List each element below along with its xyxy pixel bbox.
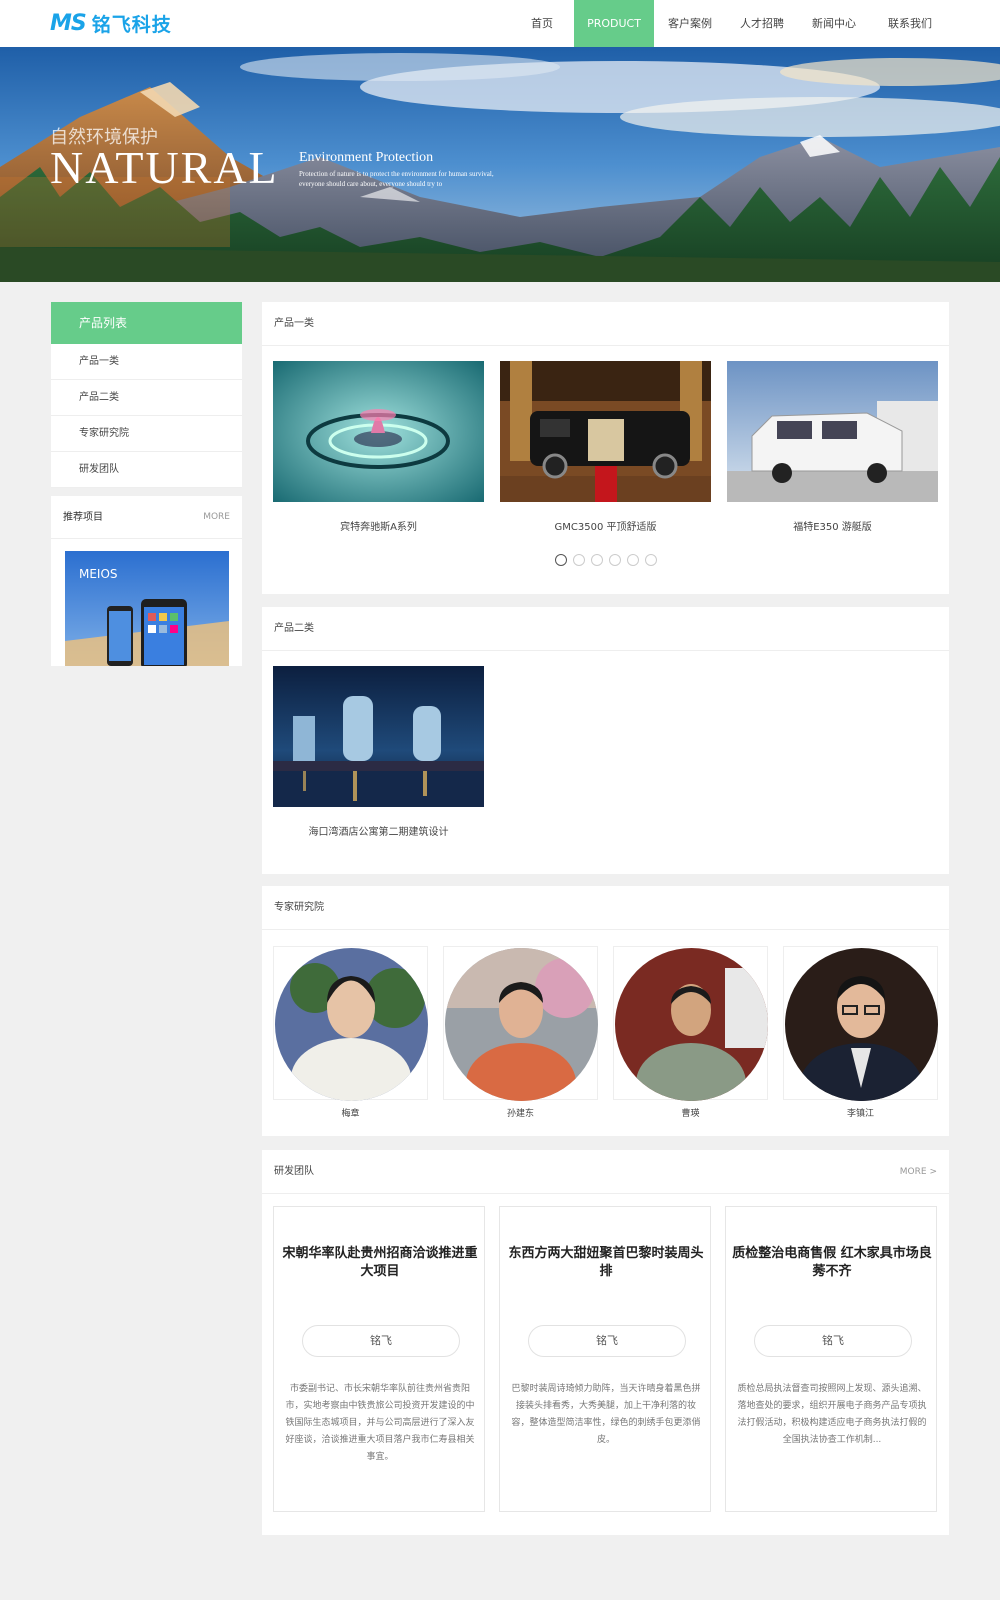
news-card[interactable]: 质检整治电商售假 红木家具市场良莠不齐 铭飞 质检总局执法督查司按照网上发现、源… <box>725 1206 937 1512</box>
carousel-dot[interactable] <box>555 554 567 566</box>
expert-photo <box>615 948 768 1101</box>
product-caption: GMC3500 平顶舒适版 <box>554 522 657 533</box>
products-1-panel: 产品一类 宾特奔驰斯A系列 GMC3500 平顶舒适版 福特E350 游艇版 <box>262 302 949 594</box>
water-drop-image <box>273 361 484 502</box>
site-logo[interactable]: MS 铭飞科技 <box>50 9 172 37</box>
recommend-title: 推荐项目 <box>63 512 103 523</box>
products-2-panel: 产品二类 海口湾酒店公寓第二期建筑设计 <box>262 607 949 874</box>
news-description: 巴黎时装周诗琦倾力助阵，当天许晴身着黑色拼接装头排看秀，大秀美腿，加上干净利落的… <box>511 1384 701 1445</box>
carousel-dot[interactable] <box>609 554 621 566</box>
product-card[interactable]: 福特E350 游艇版 <box>727 361 938 533</box>
news-description: 市委副书记、市长宋朝华率队前往贵州省贵阳市，实地考察由中铁贵旅公司投资开发建设的… <box>285 1384 475 1462</box>
nav-contact[interactable]: 联系我们 <box>870 0 950 47</box>
site-header: MS 铭飞科技 首页 PRODUCT 客户案例 人才招聘 新闻中心 联系我们 <box>0 0 1000 47</box>
hero-banner: 自然环境保护 NATURAL Environment Protection Pr… <box>0 47 1000 282</box>
recommend-phone-image[interactable]: MEIOS <box>65 551 229 666</box>
experts-title: 专家研究院 <box>274 902 324 913</box>
products-1-title: 产品一类 <box>274 318 314 329</box>
news-title[interactable]: 东西方两大甜妞聚首巴黎时装周头排 <box>506 1245 706 1281</box>
product-caption: 海口湾酒店公寓第二期建筑设计 <box>308 827 449 838</box>
news-tag-button[interactable]: 铭飞 <box>302 1325 460 1357</box>
logo-mark: MS <box>50 10 87 36</box>
banner-line-1: Protection of nature is to protect the e… <box>299 170 494 178</box>
nav-product[interactable]: PRODUCT <box>574 0 654 47</box>
expert-name: 李镇江 <box>846 1109 874 1119</box>
news-tag-button[interactable]: 铭飞 <box>754 1325 912 1357</box>
news-tag-button[interactable]: 铭飞 <box>528 1325 686 1357</box>
logo-text: 铭飞科技 <box>91 13 172 36</box>
recommend-header: 推荐项目 MORE <box>51 496 242 539</box>
product-card[interactable]: GMC3500 平顶舒适版 <box>500 361 711 533</box>
team-header: 研发团队 MORE > <box>262 1150 949 1194</box>
product-caption: 福特E350 游艇版 <box>793 522 872 533</box>
avatar <box>275 948 428 1101</box>
team-title: 研发团队 <box>274 1166 314 1177</box>
carousel-dot[interactable] <box>645 554 657 566</box>
team-more-link[interactable]: MORE > <box>900 1150 937 1193</box>
expert-card[interactable] <box>443 946 598 1101</box>
expert-name: 梅章 <box>341 1109 360 1119</box>
sidebar-item-team[interactable]: 研发团队 <box>51 452 242 488</box>
recommend-box: 推荐项目 MORE MEIOS <box>51 496 242 666</box>
sidebar-item-experts[interactable]: 专家研究院 <box>51 416 242 452</box>
van-gmc-image <box>500 361 711 502</box>
van-ford-image <box>727 361 938 502</box>
building-night-image <box>273 666 484 807</box>
carousel-dot[interactable] <box>573 554 585 566</box>
carousel-dot[interactable] <box>591 554 603 566</box>
products-2-title: 产品二类 <box>274 623 314 634</box>
nav-home[interactable]: 首页 <box>510 0 574 47</box>
expert-name: 孙建东 <box>506 1109 534 1119</box>
banner-line-2: everyone should care about, everyone sho… <box>299 180 443 188</box>
product-card[interactable]: 海口湾酒店公寓第二期建筑设计 <box>273 666 484 838</box>
expert-photo <box>445 948 598 1101</box>
nav-jobs[interactable]: 人才招聘 <box>726 0 798 47</box>
nav-cases[interactable]: 客户案例 <box>654 0 726 47</box>
news-description: 质检总局执法督查司按照网上发现、源头追溯、落地查处的要求，组织开展电子商务产品专… <box>737 1384 927 1445</box>
experts-panel: 专家研究院 梅章 孙建东 曹瑛 李镇江 <box>262 886 949 1136</box>
expert-name: 曹瑛 <box>681 1109 700 1119</box>
news-card[interactable]: 东西方两大甜妞聚首巴黎时装周头排 铭飞 巴黎时装周诗琦倾力助阵，当天许晴身着黑色… <box>499 1206 711 1512</box>
product-caption: 宾特奔驰斯A系列 <box>340 522 417 533</box>
expert-photo <box>785 948 938 1101</box>
recommend-more-link[interactable]: MORE <box>203 496 230 538</box>
product-category-list: 产品一类 产品二类 专家研究院 研发团队 <box>51 344 242 488</box>
products-2-header: 产品二类 <box>262 607 949 651</box>
expert-card[interactable] <box>273 946 428 1101</box>
expert-photo <box>275 948 428 1101</box>
product-list-title: 产品列表 <box>51 302 242 344</box>
product-card[interactable]: 宾特奔驰斯A系列 <box>273 361 484 533</box>
sidebar-item-product-2[interactable]: 产品二类 <box>51 380 242 416</box>
carousel-dots <box>555 554 657 566</box>
news-title[interactable]: 宋朝华率队赴贵州招商洽谈推进重大项目 <box>280 1245 480 1281</box>
sidebar-item-product-1[interactable]: 产品一类 <box>51 344 242 380</box>
news-title[interactable]: 质检整治电商售假 红木家具市场良莠不齐 <box>732 1245 932 1281</box>
carousel-dot[interactable] <box>627 554 639 566</box>
avatar <box>615 948 768 1101</box>
banner-big-title: NATURAL <box>50 142 279 193</box>
expert-card[interactable] <box>613 946 768 1101</box>
team-panel: 研发团队 MORE > 宋朝华率队赴贵州招商洽谈推进重大项目 铭飞 市委副书记、… <box>262 1150 949 1535</box>
recommend-image-text: MEIOS <box>79 567 118 581</box>
expert-card[interactable] <box>783 946 938 1101</box>
banner-subtitle: Environment Protection <box>299 150 434 165</box>
products-1-header: 产品一类 <box>262 302 949 346</box>
avatar <box>785 948 938 1101</box>
avatar <box>445 948 598 1101</box>
news-card[interactable]: 宋朝华率队赴贵州招商洽谈推进重大项目 铭飞 市委副书记、市长宋朝华率队前往贵州省… <box>273 1206 485 1512</box>
experts-header: 专家研究院 <box>262 886 949 930</box>
nav-news[interactable]: 新闻中心 <box>798 0 870 47</box>
